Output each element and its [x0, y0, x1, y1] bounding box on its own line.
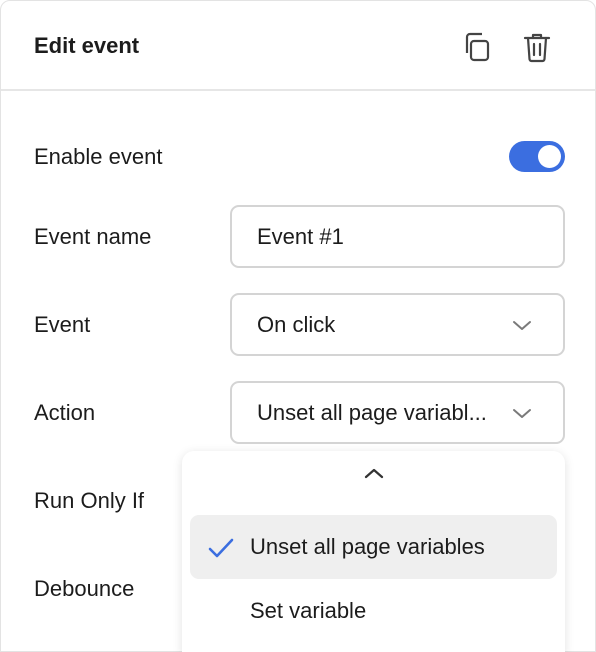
action-select[interactable]: Unset all page variabl...	[230, 381, 565, 444]
debounce-label: Debounce	[34, 576, 135, 601]
action-select-value: Unset all page variabl...	[257, 399, 487, 425]
event-name-label: Event name	[34, 224, 152, 249]
run-only-if-label: Run Only If	[34, 488, 145, 513]
chevron-down-icon	[513, 408, 531, 418]
event-select-value: On click	[257, 311, 336, 337]
copy-icon	[465, 32, 490, 62]
enable-event-toggle[interactable]	[509, 141, 565, 172]
check-icon	[208, 538, 234, 558]
menu-item-set-variable[interactable]: Set variable	[190, 579, 557, 643]
event-name-value: Event #1	[257, 223, 344, 249]
delete-button[interactable]	[520, 30, 554, 64]
menu-item-label: Unset all page variables	[250, 534, 485, 559]
menu-item-unset-all-page-variables[interactable]: Unset all page variables	[190, 515, 557, 579]
edit-event-panel: Edit event Enable event Event name Event…	[0, 0, 596, 652]
action-label: Action	[34, 400, 96, 425]
event-select[interactable]: On click	[230, 293, 565, 356]
chevron-down-icon	[513, 320, 531, 330]
copy-button[interactable]	[460, 30, 494, 64]
menu-item-label: Set variable	[250, 598, 367, 623]
panel-header: Edit event	[1, 1, 595, 91]
trash-icon	[523, 33, 551, 63]
event-label: Event	[34, 312, 91, 337]
enable-event-label: Enable event	[34, 144, 163, 169]
action-dropdown-menu: Unset all page variables Set variable	[182, 451, 565, 652]
toggle-knob	[538, 145, 561, 168]
chevron-up-icon[interactable]	[363, 466, 385, 480]
panel-title: Edit event	[34, 33, 140, 58]
event-name-input[interactable]: Event #1	[230, 205, 565, 268]
